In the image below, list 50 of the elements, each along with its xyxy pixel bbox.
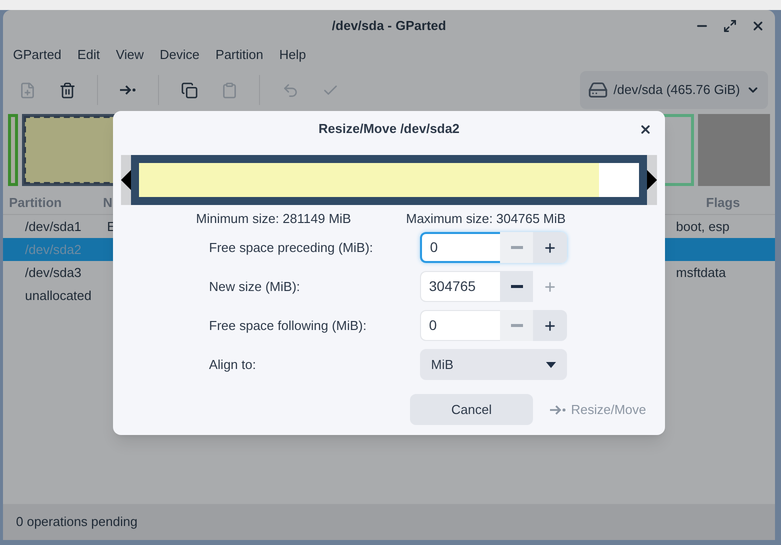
field-label: Align to: (209, 356, 257, 374)
copy-icon (180, 82, 198, 98)
minus-icon (510, 285, 522, 288)
cancel-button[interactable]: Cancel (410, 394, 533, 425)
minus-icon (510, 324, 522, 327)
increment-button[interactable] (533, 310, 567, 341)
field-label: Free space following (MiB): (209, 316, 368, 335)
maximum-size-text: Maximum size: 304765 MiB (406, 210, 566, 228)
new-file-icon (18, 82, 36, 98)
window-title: /dev/sda - GParted (330, 17, 448, 36)
minus-icon (510, 246, 522, 249)
menu-item[interactable]: Device (152, 45, 208, 65)
menu-item[interactable]: Edit (69, 45, 108, 65)
menu-item[interactable]: View (108, 45, 152, 65)
minimum-size-text: Minimum size: 281149 MiB (196, 210, 352, 228)
device-selector[interactable]: /dev/sda (465.76 GiB) (580, 71, 768, 109)
number-input[interactable]: 0 (420, 310, 500, 341)
arrow-to-dot-icon (549, 404, 567, 416)
caret-icon (546, 362, 556, 368)
table-cell-text: /dev/sda3 (24, 264, 82, 282)
undo-icon (282, 82, 298, 98)
table-cell-text: boot, esp (675, 218, 730, 236)
spin-field[interactable]: 304765 (420, 271, 567, 302)
dialog-title: Resize/Move /dev/sda2 (318, 120, 460, 138)
arrow-to-dot-icon (119, 84, 137, 96)
plus-icon (543, 240, 557, 254)
number-input[interactable]: 304765 (420, 271, 500, 302)
table-cell-text: /dev/sda1 (24, 218, 82, 236)
spin-field[interactable]: 0 (420, 310, 567, 341)
increment-button[interactable] (533, 232, 567, 263)
decrement-button[interactable] (500, 271, 533, 302)
spin-field[interactable]: 0 (420, 232, 567, 263)
field-label: Free space preceding (MiB): (209, 238, 374, 257)
field-label: New size (MiB): (209, 278, 302, 296)
close-icon[interactable] (639, 122, 652, 136)
menu-item[interactable]: GParted (5, 45, 70, 65)
close-icon[interactable] (751, 19, 765, 33)
trash-icon (58, 82, 76, 98)
table-cell-text: msftdata (675, 264, 726, 282)
plus-icon (543, 280, 557, 294)
plus-icon (543, 318, 557, 332)
clipboard-icon (220, 82, 238, 98)
maximize-icon[interactable] (723, 19, 737, 33)
align-dropdown[interactable]: MiB (420, 349, 567, 380)
menu-item[interactable]: Help (271, 45, 314, 65)
number-input[interactable]: 0 (420, 232, 500, 263)
table-cell-text: /dev/sda2 (24, 240, 82, 259)
resize-bar[interactable] (121, 155, 657, 205)
menu-item[interactable]: Partition (208, 45, 272, 65)
status-text: 0 operations pending (16, 513, 138, 532)
